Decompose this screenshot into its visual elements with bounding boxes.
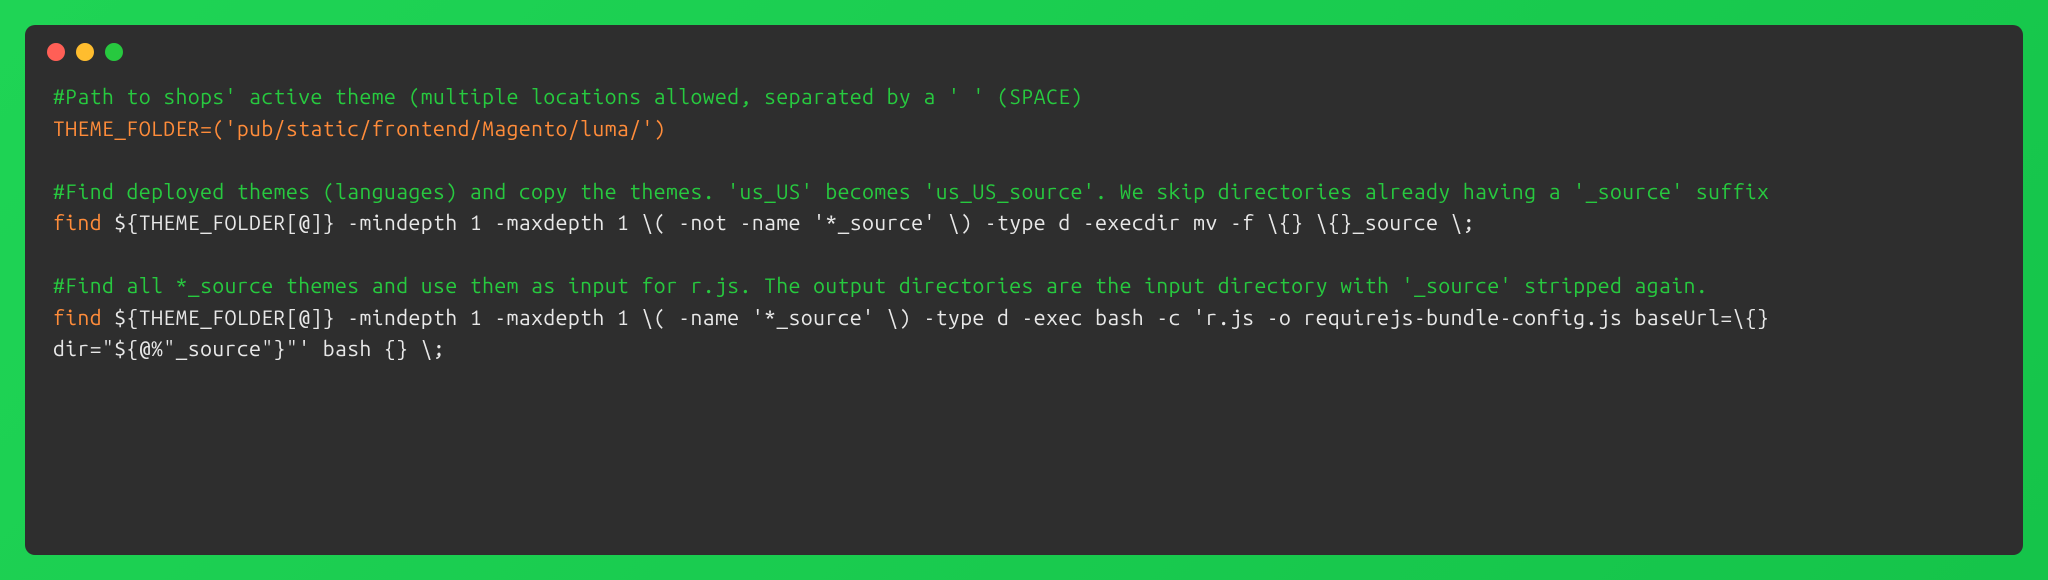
comment-line: #Path to shops' active theme (multiple l… [53, 84, 1083, 108]
command-keyword: find [53, 210, 102, 234]
command-args: ${THEME_FOLDER[@]} -mindepth 1 -maxdepth… [102, 210, 1475, 234]
close-icon[interactable] [47, 43, 65, 61]
minimize-icon[interactable] [76, 43, 94, 61]
comment-line: #Find all *_source themes and use them a… [53, 273, 1708, 297]
comment-line: #Find deployed themes (languages) and co… [53, 179, 1769, 203]
code-content: #Path to shops' active theme (multiple l… [25, 61, 2023, 393]
maximize-icon[interactable] [105, 43, 123, 61]
terminal-window: #Path to shops' active theme (multiple l… [25, 25, 2023, 555]
variable-assignment: THEME_FOLDER=('pub/static/frontend/Magen… [53, 116, 666, 140]
titlebar [25, 25, 2023, 61]
command-args: ${THEME_FOLDER[@]} -mindepth 1 -maxdepth… [53, 305, 1782, 361]
command-keyword: find [53, 305, 102, 329]
